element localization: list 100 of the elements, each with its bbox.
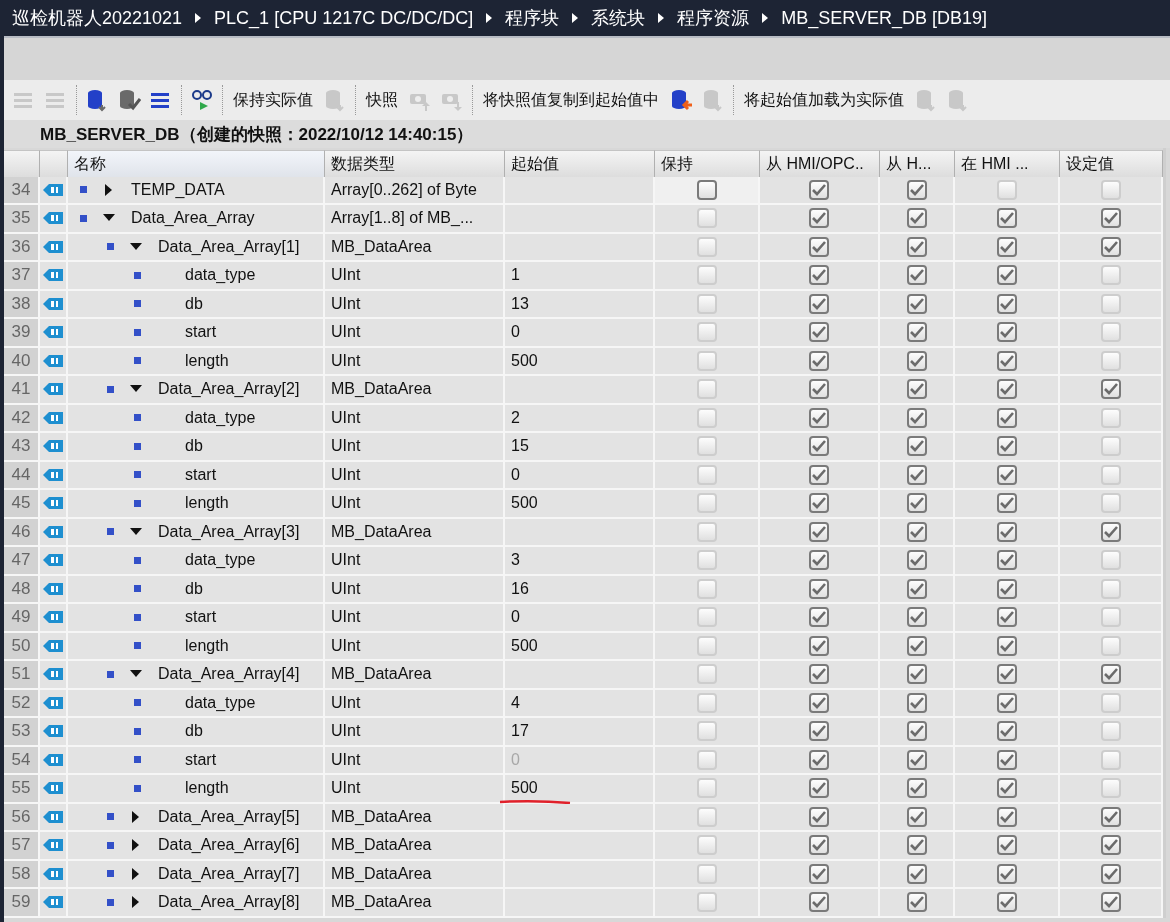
checkbox[interactable]: [809, 778, 829, 799]
checkbox[interactable]: [906, 350, 927, 371]
collapse-arrow-icon[interactable]: [103, 214, 115, 223]
checkbox[interactable]: [996, 350, 1017, 371]
checkbox[interactable]: [1100, 236, 1121, 257]
checkbox[interactable]: [809, 208, 829, 229]
checkbox[interactable]: [1100, 521, 1121, 542]
table-cell[interactable]: 0: [511, 323, 520, 342]
checkbox[interactable]: [906, 208, 927, 229]
column-header[interactable]: 起始值: [505, 150, 655, 178]
checkbox[interactable]: [809, 265, 829, 286]
checkbox[interactable]: [906, 407, 927, 428]
checkbox[interactable]: [996, 436, 1017, 457]
collapse-arrow-icon[interactable]: [130, 385, 142, 394]
table-cell[interactable]: 500: [511, 494, 538, 513]
checkbox[interactable]: [809, 749, 829, 770]
checkbox[interactable]: [809, 293, 829, 314]
expand-arrow-icon[interactable]: [132, 867, 140, 880]
checkbox[interactable]: [906, 265, 927, 286]
checkbox[interactable]: [996, 236, 1017, 257]
column-header[interactable]: 在 HMI ...: [955, 150, 1060, 178]
checkbox[interactable]: [809, 407, 829, 428]
checkbox[interactable]: [809, 379, 829, 400]
checkbox[interactable]: [809, 464, 829, 485]
checkbox[interactable]: [906, 749, 927, 770]
checkbox[interactable]: [906, 635, 927, 656]
checkbox[interactable]: [996, 265, 1017, 286]
checkbox[interactable]: [809, 521, 829, 542]
checkbox[interactable]: [906, 664, 927, 685]
checkbox[interactable]: [906, 436, 927, 457]
table-cell[interactable]: 15: [511, 437, 529, 456]
expand-arrow-icon[interactable]: [132, 810, 140, 823]
checkbox[interactable]: [996, 607, 1017, 628]
table-cell[interactable]: 0: [511, 465, 520, 484]
table-cell[interactable]: 0: [511, 608, 520, 627]
checkbox[interactable]: [906, 721, 927, 742]
checkbox[interactable]: [996, 721, 1017, 742]
checkbox[interactable]: [996, 322, 1017, 343]
checkbox[interactable]: [996, 379, 1017, 400]
checkbox[interactable]: [906, 806, 927, 827]
checkbox[interactable]: [1100, 892, 1121, 913]
checkbox[interactable]: [996, 550, 1017, 571]
checkbox[interactable]: [906, 863, 927, 884]
checkbox[interactable]: [996, 635, 1017, 656]
breadcrumb-item[interactable]: 程序块: [505, 6, 560, 30]
breadcrumb-item[interactable]: 程序资源: [677, 6, 750, 30]
checkbox[interactable]: [809, 892, 829, 913]
checkbox[interactable]: [1100, 208, 1121, 229]
checkbox[interactable]: [906, 236, 927, 257]
checkbox[interactable]: [996, 863, 1017, 884]
breadcrumb-item[interactable]: MB_SERVER_DB [DB19]: [781, 7, 987, 29]
checkbox[interactable]: [906, 322, 927, 343]
checkbox[interactable]: [1100, 835, 1121, 856]
checkbox[interactable]: [906, 607, 927, 628]
checkbox[interactable]: [1100, 379, 1121, 400]
checkbox[interactable]: [1100, 664, 1121, 685]
database-check-icon[interactable]: [117, 88, 141, 112]
checkbox[interactable]: [906, 835, 927, 856]
toolbar-button[interactable]: 将快照值复制到起始值中: [481, 87, 661, 113]
checkbox[interactable]: [906, 778, 927, 799]
checkbox[interactable]: [809, 664, 829, 685]
checkbox[interactable]: [1100, 863, 1121, 884]
checkbox[interactable]: [809, 236, 829, 257]
checkbox[interactable]: [996, 521, 1017, 542]
checkbox[interactable]: [809, 835, 829, 856]
toolbar-button[interactable]: 将起始值加载为实际值: [742, 87, 906, 113]
breadcrumb-item[interactable]: 系统块: [591, 6, 646, 30]
checkbox[interactable]: [809, 550, 829, 571]
table-cell[interactable]: 1: [511, 266, 520, 285]
checkbox[interactable]: [996, 464, 1017, 485]
checkbox[interactable]: [809, 350, 829, 371]
checkbox[interactable]: [809, 692, 829, 713]
table-cell[interactable]: 500: [511, 636, 538, 655]
table-cell[interactable]: 4: [511, 693, 520, 712]
checkbox[interactable]: [809, 806, 829, 827]
checkbox[interactable]: [996, 806, 1017, 827]
checkbox[interactable]: [996, 692, 1017, 713]
checkbox[interactable]: [996, 493, 1017, 514]
checkbox[interactable]: [809, 179, 829, 200]
collapse-arrow-icon[interactable]: [130, 527, 142, 536]
checkbox[interactable]: [996, 749, 1017, 770]
glasses-icon[interactable]: [190, 88, 214, 112]
checkbox[interactable]: [996, 892, 1017, 913]
column-header[interactable]: 设定值: [1060, 150, 1163, 178]
checkbox[interactable]: [809, 863, 829, 884]
checkbox[interactable]: [906, 892, 927, 913]
checkbox[interactable]: [906, 179, 927, 200]
checkbox[interactable]: [906, 493, 927, 514]
table-cell[interactable]: 2: [511, 408, 520, 427]
table-cell[interactable]: 17: [511, 722, 529, 741]
checkbox[interactable]: [996, 293, 1017, 314]
checkbox[interactable]: [906, 521, 927, 542]
checkbox[interactable]: [809, 607, 829, 628]
checkbox[interactable]: [906, 293, 927, 314]
checkbox[interactable]: [696, 179, 717, 200]
column-header[interactable]: 数据类型: [325, 150, 505, 178]
collapse-arrow-icon[interactable]: [130, 242, 142, 251]
checkbox[interactable]: [996, 578, 1017, 599]
checkbox[interactable]: [996, 664, 1017, 685]
toolbar-button[interactable]: 快照: [364, 87, 400, 113]
